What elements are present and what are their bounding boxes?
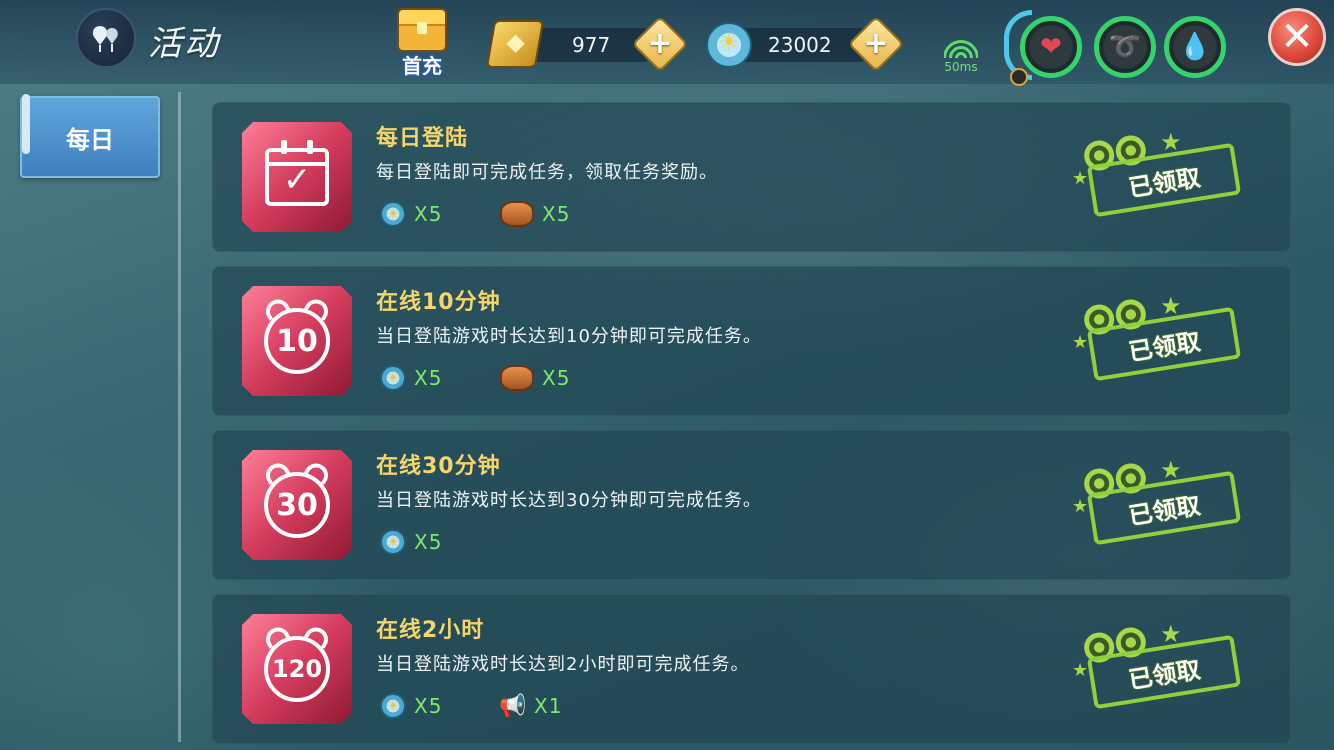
task-card-online-10min: 10 在线10分钟 当日登陆游戏时长达到10分钟即可完成任务。 ☀ X5 X5 … [212, 266, 1291, 416]
task-description: 当日登陆游戏时长达到2小时即可完成任务。 [376, 654, 750, 675]
close-button[interactable]: ✕ [1268, 8, 1326, 66]
task-title: 在线30分钟 [376, 454, 501, 479]
wifi-signal-icon [944, 36, 978, 58]
add-sun-coins-button[interactable]: + [847, 15, 905, 73]
sidebar-divider [178, 92, 181, 742]
calendar-icon: ✓ [242, 122, 352, 232]
ping-value: 50ms [944, 60, 978, 74]
claimed-stamp: ★ ★ 已领取 [1072, 620, 1242, 714]
task-description: 每日登陆即可完成任务，领取任务奖励。 [376, 162, 718, 183]
bread-icon [500, 201, 534, 227]
star-icon: ★ [1072, 168, 1089, 189]
sun-coin-icon [706, 22, 752, 68]
mood-stat-button[interactable]: ➰ [1094, 16, 1156, 78]
reward-item: ☀ X5 [380, 692, 442, 720]
water-stat-button[interactable]: 💧 [1164, 16, 1226, 78]
tab-daily[interactable]: 每日 [20, 96, 160, 178]
star-icon: ★ [1072, 496, 1089, 517]
alarm-clock-icon: 30 [242, 450, 352, 560]
task-card-daily-login: ✓ 每日登陆 每日登陆即可完成任务，领取任务奖励。 ☀ X5 X5 ★ ★ 已领… [212, 102, 1291, 252]
reward-quantity: X5 [414, 366, 443, 390]
task-description: 当日登陆游戏时长达到10分钟即可完成任务。 [376, 326, 762, 347]
claimed-stamp: ★ ★ 已领取 [1072, 456, 1242, 550]
sun-coin-icon: ☀ [380, 201, 406, 227]
sun-coin-icon: ☀ [380, 365, 406, 391]
reward-item: ☀ X5 [380, 364, 442, 392]
task-title: 每日登陆 [376, 126, 469, 151]
gold-ticket-icon [485, 20, 545, 68]
treasure-chest-icon [397, 8, 447, 52]
reward-quantity: X5 [414, 202, 443, 226]
first-charge-label: 首充 [402, 54, 442, 78]
sun-coin-currency: 23002 + [706, 15, 906, 73]
reward-item: X5 [500, 364, 570, 392]
task-card-online-30min: 30 在线30分钟 当日登陆游戏时长达到30分钟即可完成任务。 ☀ X5 ★ ★… [212, 430, 1291, 580]
reward-item: X5 [500, 200, 570, 228]
curl-icon: ➰ [1108, 32, 1142, 62]
task-description: 当日登陆游戏时长达到30分钟即可完成任务。 [376, 490, 762, 511]
activity-emblem-icon [76, 8, 136, 68]
tab-daily-label: 每日 [66, 125, 114, 154]
claimed-stamp: ★ ★ 已领取 [1072, 292, 1242, 386]
page-title: 活动 [148, 24, 220, 64]
star-icon: ★ [1072, 660, 1089, 681]
star-icon: ★ [1072, 332, 1089, 353]
network-ping: 50ms [938, 36, 984, 74]
gem-currency: 977 + [485, 15, 690, 73]
alarm-clock-icon: 120 [242, 614, 352, 724]
task-title: 在线2小时 [376, 618, 485, 643]
reward-quantity: X5 [414, 694, 443, 718]
sun-coin-icon: ☀ [380, 693, 406, 719]
reward-item: 📢 X1 [499, 692, 563, 720]
reward-quantity: X5 [542, 202, 571, 226]
bread-icon [500, 365, 534, 391]
health-stat-button[interactable]: ❤ [1020, 16, 1082, 78]
reward-quantity: X5 [414, 530, 443, 554]
reward-quantity: X1 [534, 694, 563, 718]
close-icon: ✕ [1280, 14, 1314, 60]
water-drop-icon: 💧 [1178, 32, 1212, 62]
first-charge-button[interactable]: 首充 [390, 8, 454, 78]
reward-item: ☀ X5 [380, 200, 442, 228]
task-card-online-2h: 120 在线2小时 当日登陆游戏时长达到2小时即可完成任务。 ☀ X5 📢 X1… [212, 594, 1291, 744]
add-gems-button[interactable]: + [631, 15, 689, 73]
task-list[interactable]: ✓ 每日登陆 每日登陆即可完成任务，领取任务奖励。 ☀ X5 X5 ★ ★ 已领… [212, 102, 1292, 750]
alarm-clock-icon: 10 [242, 286, 352, 396]
reward-quantity: X5 [542, 366, 571, 390]
reward-item: ☀ X5 [380, 528, 442, 556]
energy-arc-marker-icon [1010, 68, 1028, 86]
sun-coin-icon: ☀ [380, 529, 406, 555]
tab-active-marker [22, 94, 30, 154]
megaphone-icon: 📢 [499, 693, 527, 719]
claimed-stamp: ★ ★ 已领取 [1072, 128, 1242, 222]
heart-icon: ❤ [1040, 32, 1062, 62]
top-bar: 活动 首充 977 + 23002 + 50ms ❤ ➰ 💧 ✕ [0, 0, 1334, 86]
task-title: 在线10分钟 [376, 290, 501, 315]
